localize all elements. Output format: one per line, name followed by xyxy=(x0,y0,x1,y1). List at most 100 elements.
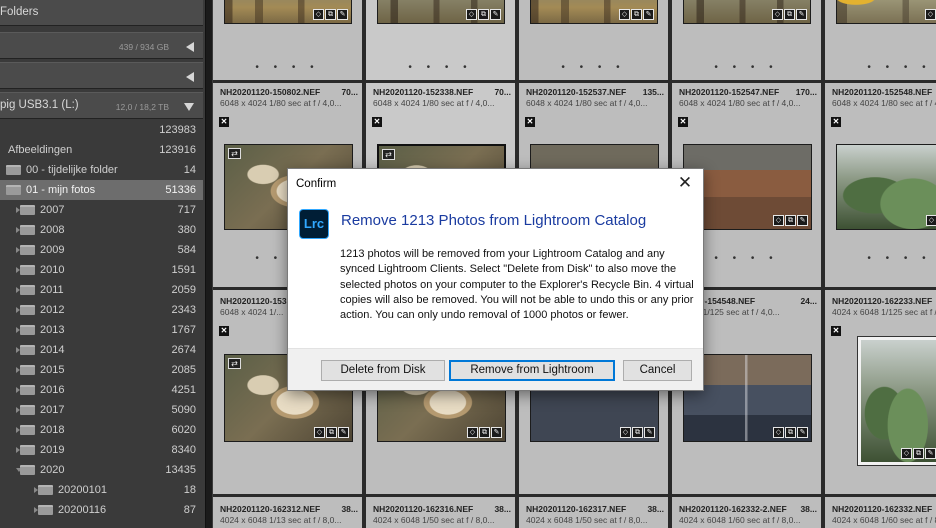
edited-badge-icon[interactable]: ✎ xyxy=(796,9,807,20)
photo-thumbnail[interactable]: ◇⧉✎ xyxy=(857,336,936,466)
edited-badge-icon[interactable]: ✎ xyxy=(338,427,349,438)
folder-row[interactable]: 2017 5090 xyxy=(0,400,203,420)
edited-badge-icon[interactable]: ✎ xyxy=(337,9,348,20)
photo-cell[interactable]: NH20201120-162233.NEF 4024 x 6048 1/125 s… xyxy=(825,290,936,496)
virtual-copy-icon: ⇄ xyxy=(228,148,241,159)
keyword-badge-icon[interactable]: ◇ xyxy=(314,427,325,438)
photo-cell[interactable]: NH20201120-162332-2.NEF 38... 4024 x 6048 … xyxy=(672,497,823,528)
expand-triangle-icon[interactable] xyxy=(184,103,194,111)
copies-badge-icon[interactable]: ⧉ xyxy=(785,427,796,438)
folder-name: 2015 xyxy=(40,364,65,376)
folder-row[interactable]: 00 - tijdelijke folder 14 xyxy=(0,160,203,180)
edited-badge-icon[interactable]: ✎ xyxy=(797,215,808,226)
photo-filename: NH20201120-152548.NEF xyxy=(832,87,936,97)
copies-badge-icon[interactable]: ⧉ xyxy=(913,448,924,459)
photo-cell[interactable]: ◇⧉✎ • • • • xyxy=(213,0,364,82)
volume-header[interactable]: 439 / 934 GB xyxy=(0,32,203,59)
photo-cell[interactable]: NH20201120-162317.NEF 38... 4024 x 6048 1/… xyxy=(519,497,670,528)
copies-badge-icon[interactable]: ⧉ xyxy=(479,427,490,438)
reject-flag-icon[interactable]: ✕ xyxy=(831,117,841,127)
folder-row[interactable]: 2012 2343 xyxy=(0,300,203,320)
folder-row[interactable]: 2010 1591 xyxy=(0,260,203,280)
copies-badge-icon[interactable]: ⧉ xyxy=(325,9,336,20)
folder-row[interactable]: 2015 2085 xyxy=(0,360,203,380)
folder-row[interactable]: 2016 4251 xyxy=(0,380,203,400)
volume-header-2[interactable] xyxy=(0,62,203,89)
folder-row[interactable]: 2008 380 xyxy=(0,220,203,240)
keyword-badge-icon[interactable]: ◇ xyxy=(772,9,783,20)
photo-thumbnail[interactable]: ◇⧉✎ xyxy=(530,0,658,24)
folders-header[interactable]: Folders xyxy=(0,0,203,26)
keyword-badge-icon[interactable]: ◇ xyxy=(901,448,912,459)
keyword-badge-icon[interactable]: ◇ xyxy=(925,9,936,20)
volume-header-usb[interactable]: pig USB3.1 (L:) 12,0 / 18,2 TB xyxy=(0,92,203,119)
reject-flag-icon[interactable]: ✕ xyxy=(372,117,382,127)
copies-badge-icon[interactable]: ⧉ xyxy=(478,9,489,20)
dialog-titlebar[interactable]: Confirm ✕ xyxy=(288,169,703,199)
folder-row[interactable]: 2019 8340 xyxy=(0,440,203,460)
edited-badge-icon[interactable]: ✎ xyxy=(925,448,936,459)
copies-badge-icon[interactable]: ⧉ xyxy=(784,9,795,20)
copies-badge-icon[interactable]: ⧉ xyxy=(785,215,796,226)
reject-flag-icon[interactable]: ✕ xyxy=(525,117,535,127)
folder-row[interactable]: 2014 2674 xyxy=(0,340,203,360)
reject-flag-icon[interactable]: ✕ xyxy=(678,117,688,127)
folder-row[interactable]: 2009 584 xyxy=(0,240,203,260)
photo-cell[interactable]: NH20201120-162316.NEF 38... 4024 x 6048 1/… xyxy=(366,497,517,528)
keyword-badge-icon[interactable]: ◇ xyxy=(313,9,324,20)
photo-cell[interactable]: ◇⧉✎ • • • • xyxy=(825,0,936,82)
delete-from-disk-button[interactable]: Delete from Disk xyxy=(321,360,445,381)
keyword-badge-icon[interactable]: ◇ xyxy=(619,9,630,20)
folder-row[interactable]: 2018 6020 xyxy=(0,420,203,440)
metadata-badges: ◇⧉✎ xyxy=(314,427,349,438)
folder-row[interactable]: 2020 13435 xyxy=(0,460,203,480)
edited-badge-icon[interactable]: ✎ xyxy=(644,427,655,438)
folder-row[interactable]: 2013 1767 xyxy=(0,320,203,340)
panel-divider[interactable] xyxy=(205,0,213,528)
folder-row[interactable]: Afbeeldingen 123916 xyxy=(0,140,203,160)
copies-badge-icon[interactable]: ⧉ xyxy=(632,427,643,438)
edited-badge-icon[interactable]: ✎ xyxy=(491,427,502,438)
metadata-badges: ◇⧉✎ xyxy=(313,9,348,20)
photo-cell[interactable]: NH20201120-162312.NEF 38... 4024 x 6048 1/… xyxy=(213,497,364,528)
copies-badge-icon[interactable]: ⧉ xyxy=(631,9,642,20)
keyword-badge-icon[interactable]: ◇ xyxy=(773,427,784,438)
photo-thumbnail[interactable]: ◇⧉✎ xyxy=(377,0,505,24)
keyword-badge-icon[interactable]: ◇ xyxy=(467,427,478,438)
photo-cell[interactable]: NH20201120-152548.NEF 6048 x 4024 1/80 se… xyxy=(825,83,936,289)
reject-flag-icon[interactable]: ✕ xyxy=(219,326,229,336)
folder-name: 2016 xyxy=(40,384,65,396)
folder-count: 2674 xyxy=(171,344,196,356)
edited-badge-icon[interactable]: ✎ xyxy=(490,9,501,20)
folder-row[interactable]: 2007 717 xyxy=(0,200,203,220)
keyword-badge-icon[interactable]: ◇ xyxy=(620,427,631,438)
collapse-triangle-icon[interactable] xyxy=(186,72,194,82)
remove-from-lightroom-button[interactable]: Remove from Lightroom xyxy=(449,360,615,381)
folder-row[interactable]: 20200116 87 xyxy=(0,500,203,520)
edited-badge-icon[interactable]: ✎ xyxy=(797,427,808,438)
close-icon[interactable]: ✕ xyxy=(676,174,694,192)
metadata-badges: ◇⧉✎ xyxy=(773,215,808,226)
folder-row[interactable]: 2011 2059 xyxy=(0,280,203,300)
keyword-badge-icon[interactable]: ◇ xyxy=(773,215,784,226)
reject-flag-icon[interactable]: ✕ xyxy=(831,326,841,336)
photo-cell[interactable]: NH20201120-162332.NEF 4024 x 6048 1/60 se… xyxy=(825,497,936,528)
reject-flag-icon[interactable]: ✕ xyxy=(219,117,229,127)
photo-thumbnail[interactable]: ◇⧉✎ xyxy=(836,144,936,230)
folder-name: 01 - mijn fotos xyxy=(26,184,96,196)
photo-cell[interactable]: ◇⧉✎ • • • • xyxy=(672,0,823,82)
photo-thumbnail[interactable]: ◇⧉✎ xyxy=(224,0,352,24)
photo-thumbnail[interactable]: ◇⧉✎ xyxy=(683,0,811,24)
collapse-triangle-icon[interactable] xyxy=(186,42,194,52)
photo-thumbnail[interactable]: ◇⧉✎ xyxy=(836,0,936,24)
filesize-text: 70... xyxy=(341,87,358,97)
cancel-button[interactable]: Cancel xyxy=(623,360,692,381)
copies-badge-icon[interactable]: ⧉ xyxy=(326,427,337,438)
folder-row[interactable]: 20200101 18 xyxy=(0,480,203,500)
keyword-badge-icon[interactable]: ◇ xyxy=(926,215,936,226)
photo-cell[interactable]: ◇⧉✎ • • • • xyxy=(366,0,517,82)
photo-cell[interactable]: ◇⧉✎ • • • • xyxy=(519,0,670,82)
keyword-badge-icon[interactable]: ◇ xyxy=(466,9,477,20)
folder-row[interactable]: 01 - mijn fotos 51336 xyxy=(0,180,203,200)
edited-badge-icon[interactable]: ✎ xyxy=(643,9,654,20)
